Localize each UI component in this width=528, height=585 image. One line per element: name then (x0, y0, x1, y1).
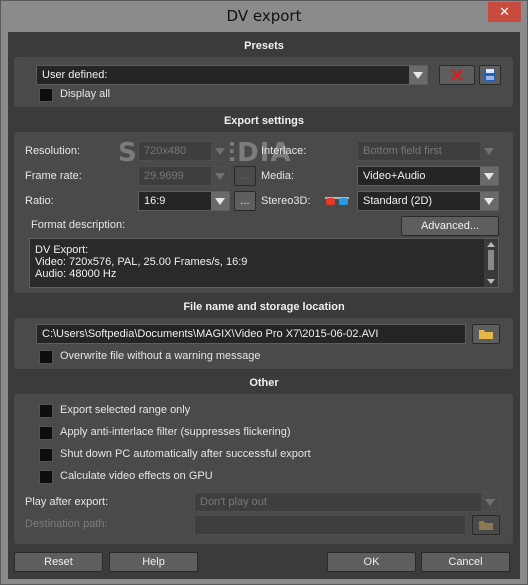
display-all-label: Display all (60, 88, 111, 100)
description-line: Audio: 48000 Hz (35, 268, 117, 280)
presets-panel: User defined: Display all (14, 57, 513, 107)
description-scrollbar[interactable] (484, 239, 498, 287)
preset-dropdown[interactable]: User defined: (36, 65, 428, 85)
help-button[interactable]: Help (109, 552, 198, 572)
folder-icon (479, 330, 493, 339)
description-line: Video: 720x576, PAL, 25.00 Frames/s, 16:… (35, 256, 248, 268)
display-all-checkbox[interactable] (39, 88, 53, 102)
cancel-button[interactable]: Cancel (421, 552, 510, 572)
play-after-label: Play after export: (25, 496, 109, 508)
destination-path-field[interactable] (194, 515, 466, 535)
window-title: DV export (226, 7, 302, 25)
resolution-dropdown[interactable]: 720x480 (138, 141, 230, 161)
shutdown-checkbox[interactable] (39, 448, 53, 462)
resolution-value: 720x480 (144, 145, 187, 157)
reset-button[interactable]: Reset (14, 552, 103, 572)
browse-destination-button[interactable] (472, 515, 500, 535)
scrollbar-graphic (487, 242, 495, 284)
stereo3d-dropdown[interactable]: Standard (2D) (357, 191, 499, 211)
frame-rate-more-button[interactable]: ... (234, 166, 256, 186)
frame-rate-value: 29.9699 (144, 170, 184, 182)
chevron-down-icon (480, 192, 498, 210)
description-line: DV Export: (35, 244, 89, 256)
folder-icon (479, 521, 493, 530)
chevron-down-icon (481, 493, 499, 511)
media-label: Media: (261, 170, 295, 182)
other-header: Other (249, 377, 279, 389)
chevron-down-icon (211, 142, 229, 160)
destination-label: Destination path: (25, 518, 108, 530)
close-button[interactable]: ✕ (488, 2, 521, 22)
save-preset-button[interactable] (479, 65, 501, 85)
3d-glasses-icon (325, 197, 349, 205)
media-value: Video+Audio (363, 170, 426, 182)
interlace-value: Bottom field first (363, 145, 442, 157)
chevron-down-icon (211, 167, 229, 185)
save-icon (484, 69, 496, 81)
chevron-down-icon (480, 142, 498, 160)
ratio-label: Ratio: (25, 195, 54, 207)
format-description-label: Format description: (31, 219, 126, 231)
frame-rate-label: Frame rate: (25, 170, 82, 182)
export-range-checkbox[interactable] (39, 404, 53, 418)
shutdown-label: Shut down PC automatically after success… (60, 448, 311, 460)
ok-button[interactable]: OK (327, 552, 416, 572)
frame-rate-dropdown[interactable]: 29.9699 (138, 166, 230, 186)
ratio-more-button[interactable]: ... (234, 191, 256, 211)
dialog-body: Presets User defined: Display all Export… (8, 32, 520, 579)
play-after-dropdown[interactable]: Don't play out (194, 492, 500, 512)
delete-icon (451, 69, 463, 81)
delete-preset-button[interactable] (439, 65, 475, 85)
export-settings-panel: SOFTPEDIA Resolution: 720x480 Frame rate… (14, 132, 513, 293)
browse-file-button[interactable] (472, 324, 500, 344)
play-after-value: Don't play out (200, 496, 267, 508)
chevron-down-icon (480, 167, 498, 185)
anti-interlace-checkbox[interactable] (39, 426, 53, 440)
overwrite-label: Overwrite file without a warning message (60, 350, 261, 362)
interlace-dropdown[interactable]: Bottom field first (357, 141, 499, 161)
preset-value: User defined: (42, 69, 108, 81)
ratio-value: 16:9 (144, 195, 166, 207)
overwrite-checkbox[interactable] (39, 350, 53, 364)
chevron-down-icon (409, 66, 427, 84)
gpu-checkbox[interactable] (39, 470, 53, 484)
file-header: File name and storage location (183, 301, 345, 313)
title-bar[interactable]: DV export ✕ (1, 1, 527, 32)
advanced-button[interactable]: Advanced... (401, 216, 499, 236)
stereo3d-value: Standard (2D) (363, 195, 433, 207)
chevron-down-icon (211, 192, 229, 210)
stereo3d-label: Stereo3D: (261, 195, 311, 207)
gpu-label: Calculate video effects on GPU (60, 470, 213, 482)
export-range-label: Export selected range only (60, 404, 191, 416)
export-settings-header: Export settings (223, 115, 305, 127)
format-description-box[interactable]: DV Export: Video: 720x576, PAL, 25.00 Fr… (29, 238, 499, 288)
ratio-dropdown[interactable]: 16:9 (138, 191, 230, 211)
interlace-label: Interlace: (261, 145, 307, 157)
dv-export-window: DV export ✕ Presets User defined: Displa… (0, 0, 528, 585)
anti-interlace-label: Apply anti-interlace filter (suppresses … (60, 426, 291, 438)
media-dropdown[interactable]: Video+Audio (357, 166, 499, 186)
resolution-label: Resolution: (25, 145, 81, 157)
file-panel: C:\Users\Softpedia\Documents\MAGIX\Video… (14, 318, 513, 369)
presets-header: Presets (244, 40, 284, 52)
file-path-field[interactable]: C:\Users\Softpedia\Documents\MAGIX\Video… (36, 324, 466, 344)
other-panel: Export selected range only Apply anti-in… (14, 394, 513, 544)
